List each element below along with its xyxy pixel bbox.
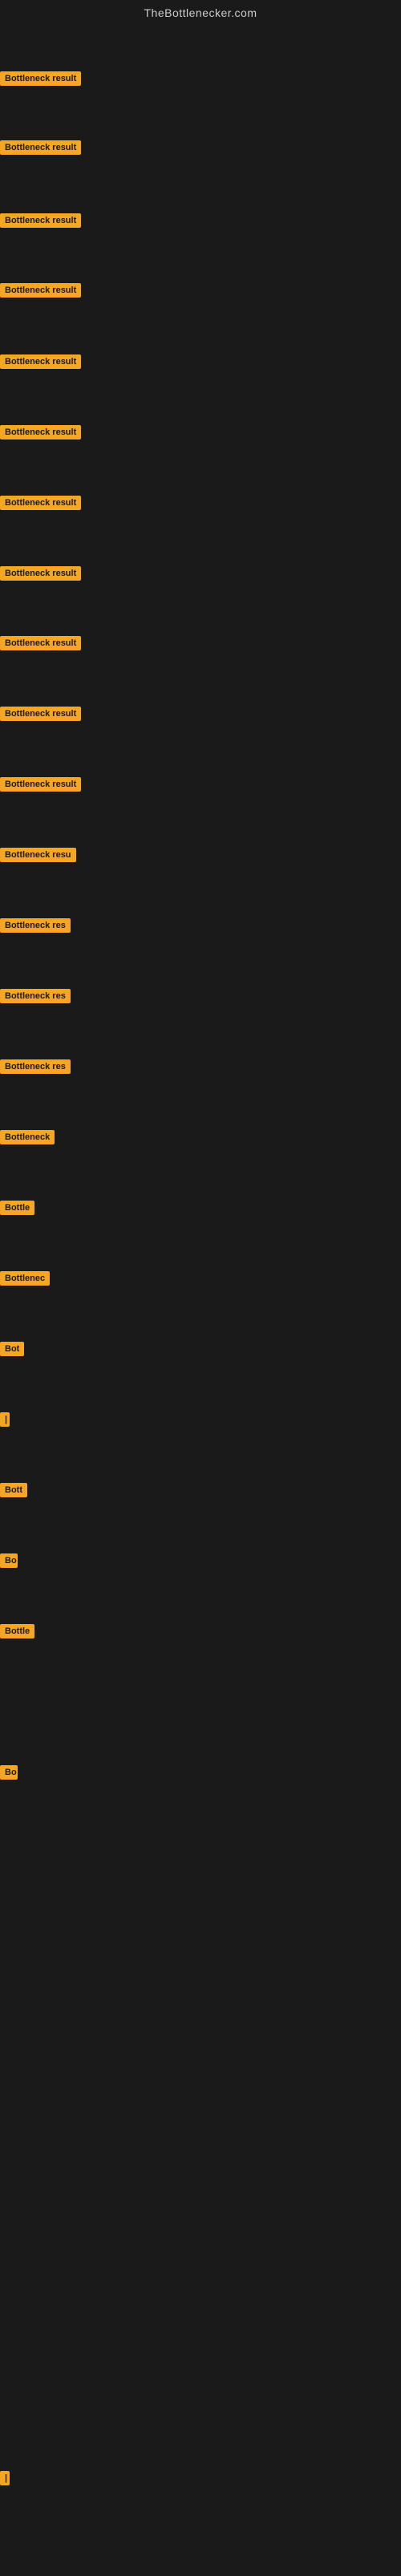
bottleneck-result-badge: Bottleneck result <box>0 213 81 228</box>
bottleneck-result-item: Bottleneck res <box>0 989 71 1007</box>
bottleneck-result-item: Bottleneck result <box>0 636 81 654</box>
bottleneck-result-item: Bottleneck <box>0 1130 55 1148</box>
bottleneck-result-item: Bottleneck result <box>0 71 81 90</box>
bottleneck-result-badge: Bottleneck result <box>0 71 81 86</box>
bottleneck-result-item: Bottleneck result <box>0 283 81 302</box>
bottleneck-result-badge: | <box>0 1412 10 1427</box>
bottleneck-result-item: Bottleneck res <box>0 918 71 937</box>
bottleneck-result-badge: Bottleneck result <box>0 566 81 581</box>
bottleneck-result-item: Bottleneck result <box>0 707 81 725</box>
bottleneck-result-item: | <box>0 1412 10 1431</box>
bottleneck-result-badge: | <box>0 2471 10 2485</box>
bottleneck-result-item: Bo <box>0 1553 18 1572</box>
bottleneck-result-badge: Bo <box>0 1553 18 1568</box>
bottleneck-result-item: Bottleneck result <box>0 140 81 159</box>
bottleneck-result-item: Bottlenec <box>0 1271 50 1290</box>
bottleneck-result-item: Bottle <box>0 1624 34 1642</box>
bottleneck-result-badge: Bottleneck result <box>0 707 81 721</box>
bottleneck-result-item: Bottleneck resu <box>0 848 76 866</box>
bottleneck-result-item: Bottleneck result <box>0 496 81 514</box>
bottleneck-result-badge: Bo <box>0 1765 18 1780</box>
bottleneck-result-badge: Bottleneck result <box>0 425 81 439</box>
bottleneck-result-item: | <box>0 2471 10 2489</box>
bottleneck-result-item: Bottleneck result <box>0 354 81 373</box>
bottleneck-result-badge: Bottleneck result <box>0 354 81 369</box>
bottleneck-result-item: Bottle <box>0 1201 34 1219</box>
bottleneck-result-badge: Bottleneck <box>0 1130 55 1144</box>
bottleneck-result-badge: Bottlenec <box>0 1271 50 1286</box>
bottleneck-result-badge: Bottleneck res <box>0 989 71 1003</box>
bottleneck-result-item: Bot <box>0 1342 24 1360</box>
bottleneck-result-badge: Bott <box>0 1483 27 1497</box>
bottleneck-result-item: Bottleneck result <box>0 777 81 796</box>
bottleneck-result-badge: Bottleneck res <box>0 1059 71 1074</box>
bottleneck-result-badge: Bottleneck result <box>0 140 81 155</box>
bottleneck-result-badge: Bottleneck result <box>0 283 81 298</box>
bottleneck-result-item: Bott <box>0 1483 27 1501</box>
bottleneck-result-badge: Bottleneck resu <box>0 848 76 862</box>
bottleneck-result-item: Bo <box>0 1765 18 1784</box>
bottleneck-result-badge: Bottle <box>0 1201 34 1215</box>
bottleneck-result-badge: Bot <box>0 1342 24 1356</box>
bottleneck-result-item: Bottleneck result <box>0 566 81 585</box>
bottleneck-result-badge: Bottleneck result <box>0 777 81 792</box>
site-title: TheBottlenecker.com <box>0 0 401 26</box>
bottleneck-result-item: Bottleneck result <box>0 213 81 232</box>
bottleneck-result-badge: Bottleneck result <box>0 636 81 650</box>
bottleneck-result-item: Bottleneck res <box>0 1059 71 1078</box>
bottleneck-result-item: Bottleneck result <box>0 425 81 444</box>
bottleneck-result-badge: Bottleneck res <box>0 918 71 933</box>
bottleneck-result-badge: Bottle <box>0 1624 34 1638</box>
bottleneck-result-badge: Bottleneck result <box>0 496 81 510</box>
